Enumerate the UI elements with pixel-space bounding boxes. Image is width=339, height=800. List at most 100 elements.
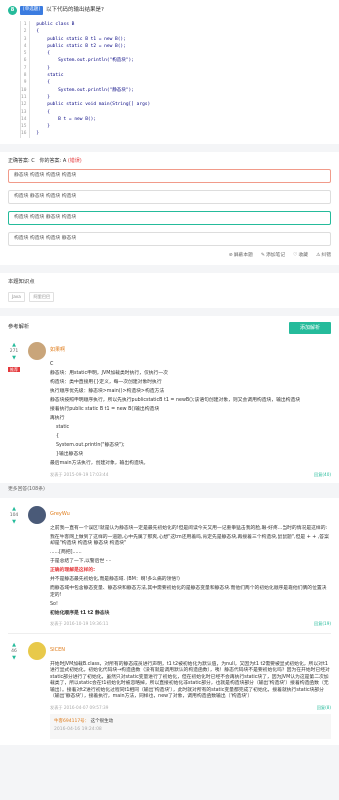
fold-label: 屏蔽本题	[233, 252, 253, 258]
code-line: System.out.println("静态块");	[36, 87, 134, 93]
edit-icon: ✎	[260, 252, 265, 258]
post-date: 发表于 2015-09-19 17:03:44	[50, 471, 109, 477]
report-label: 纠错	[321, 252, 331, 258]
reply-button[interactable]: 回复(40)	[314, 472, 331, 478]
vote-box: ▲ 46 ▼	[8, 642, 20, 738]
favorite-button[interactable]: ♡ 收藏	[293, 253, 308, 259]
avatar[interactable]	[28, 642, 46, 661]
code-line-number: 6	[23, 58, 27, 64]
note-button[interactable]: ✎ 添加笔记	[261, 253, 285, 259]
answer-post: ▲ 46 ▼ SICEN 开始时JVM加载B.class，对所有的静态成员进行声…	[8, 634, 331, 739]
post-body: GreyWu 之前我一直有一个误区!就是认为静态块一定是最先初始化的!但是阅读今…	[50, 506, 331, 627]
option-b[interactable]: 构造块 静态块 构造块 构造块	[8, 189, 331, 204]
post-meta: 发表于 2016-10-19 19:36:11 回复(19)	[50, 621, 331, 627]
username[interactable]: GreyWu	[50, 511, 331, 518]
post-line: 初始化顺序是 t1 t2 静态块	[50, 611, 110, 617]
post-line: 执行顺序优先级：静态块>main()>构造块>构造方法	[50, 388, 165, 394]
question-type-badge: [单选题]	[20, 6, 44, 15]
code-line-number: 4	[23, 43, 27, 49]
code-line: public static B t1 = new B();	[36, 36, 126, 42]
post-line: C	[50, 361, 54, 367]
answer-post: ▲ 271 ▼ 推荐 如果啊 C 静态块：用static申明，JVM加载类时执行…	[8, 334, 331, 478]
code-line-number: 10	[21, 87, 27, 93]
vote-box: ▲ 271 ▼ 推荐	[8, 342, 20, 478]
your-answer: 你的答案: A	[39, 157, 67, 164]
avatar[interactable]	[28, 341, 46, 360]
post-line: 静态块：用static申明，JVM加载类时执行，仅执行一次	[50, 370, 168, 376]
fold-button[interactable]: ⊘ 屏蔽本题	[229, 253, 253, 259]
heart-icon: ♡	[293, 252, 298, 258]
code-line: {	[36, 80, 50, 86]
add-analysis-button[interactable]: 添加解析	[289, 321, 331, 334]
code-line-number: 15	[21, 124, 27, 130]
post-line: 之前我一直有一个误区!就是认为静态块一定是最先初始化的!但是阅读今天又用一记重拳…	[50, 525, 328, 531]
favorite-label: 收藏	[298, 252, 309, 258]
code-line-number: 12	[21, 102, 27, 108]
reference-title: 参考解析	[8, 324, 30, 331]
post-line: 我在牛客网上做到了这样的一道题,心中先属了那爽,心想"这tm还用着吗,肯定先是静…	[50, 534, 329, 547]
downvote-icon[interactable]: ▼	[12, 355, 16, 362]
answer-status: (错误)	[67, 157, 82, 164]
upvote-icon[interactable]: ▲	[12, 342, 16, 349]
post-meta: 发表于 2016-04-07 09:57:39 回复(8)	[50, 705, 331, 711]
code-source: public class B { public static B t1 = new…	[30, 21, 150, 138]
option-d[interactable]: 构造块 构造块 构造块 静态块	[8, 231, 331, 246]
username[interactable]: SICEN	[50, 647, 331, 654]
tag-alibaba[interactable]: 阿里巴巴	[29, 292, 55, 302]
answer-card: 正确答案: C 你的答案: A (错误) 静态块 构造块 构造块 构造块 构造块…	[0, 151, 339, 265]
code-line-number: 8	[23, 73, 27, 79]
downvote-icon[interactable]: ▼	[12, 519, 16, 526]
option-c[interactable]: 构造块 构造块 静态块 构造块	[8, 210, 331, 225]
answer-post: ▲ 104 ▼ GreyWu 之前我一直有一个误区!就是认为静态块一定是最先初始…	[8, 504, 331, 627]
comment-username[interactable]: 牛客694117号：	[54, 719, 89, 724]
knowledge-title: 本题知识点	[8, 278, 35, 285]
upvote-icon[interactable]: ▲	[12, 506, 16, 513]
code-block: 1 2 3 4 5 6 7 8 9 10 11 12 13 14 15 16 public class B{ …	[20, 21, 331, 138]
post-meta: 发表于 2015-09-19 17:03:44 回复(40)	[50, 472, 331, 478]
code-line-number: 1	[23, 22, 27, 27]
tag-java[interactable]: Java	[8, 292, 25, 302]
code-line: }	[36, 124, 50, 130]
post-date: 发表于 2016-10-19 19:36:11	[50, 621, 109, 627]
note-label: 添加笔记	[265, 252, 286, 258]
post-line: 构造块：类中直接用{}定义，每一次创建对象时执行	[50, 379, 162, 385]
post-body: SICEN 开始时JVM加载B.class，对所有的静态成员进行声明，t1 t2…	[50, 642, 331, 739]
more-answers-bar[interactable]: 更多回答(108条)	[0, 483, 339, 498]
report-error-button[interactable]: ⚠ 纠错	[316, 253, 331, 259]
code-line: public static B t2 = new B();	[36, 43, 126, 49]
downvote-icon[interactable]: ▼	[12, 655, 16, 662]
code-line: public class B	[36, 22, 75, 27]
post-line: ......[两把]......	[50, 550, 82, 556]
avatar[interactable]	[28, 505, 46, 524]
post-date: 发表于 2016-04-07 09:57:39	[50, 704, 109, 710]
knowledge-card: 本题知识点 Java 阿里巴巴	[0, 272, 339, 308]
code-line: {	[36, 109, 50, 115]
code-line: static	[36, 73, 64, 79]
username[interactable]: 如果啊	[50, 347, 331, 354]
option-a[interactable]: 静态块 构造块 构造块 构造块	[8, 168, 331, 183]
code-line-number: 11	[21, 94, 27, 100]
reply-button[interactable]: 回复(19)	[314, 621, 331, 627]
code-line: System.out.println("构造块");	[36, 58, 134, 64]
post-body: 如果啊 C 静态块：用static申明，JVM加载类时执行，仅执行一次 构造块：…	[50, 342, 331, 478]
correct-answer: 正确答案: C	[8, 157, 35, 164]
code-line-number: 2	[23, 29, 27, 35]
answers-list: ▲ 104 ▼ GreyWu 之前我一直有一个误区!就是认为静态块一定是最先初始…	[0, 497, 339, 745]
post-line: 接着执行public static B t1 = new B()输出构造块	[50, 406, 160, 412]
code-line-number: 16	[21, 131, 27, 137]
post-line: 正确的理解是这样的:	[50, 568, 96, 574]
answer-summary: 正确答案: C 你的答案: A (错误)	[8, 158, 331, 169]
code-line-number: 13	[21, 109, 27, 115]
code-line-number: 5	[23, 51, 27, 57]
code-line: B t = new B();	[36, 116, 97, 122]
code-line: }	[36, 94, 50, 100]
code-line-number: 9	[23, 80, 27, 86]
recommended-badge: 推荐	[8, 366, 20, 373]
question-header: 8 [单选题] 以下代码的输出结果是?	[8, 6, 331, 15]
post-line: 而静态域中包含静态变量、静态块和静态方法,其中需要初始化的是静态变量和静态块.而…	[50, 586, 327, 598]
reply-button[interactable]: 回复(8)	[317, 705, 331, 711]
post-line: static	[56, 424, 70, 430]
question-title: 以下代码的输出结果是?	[46, 6, 104, 13]
comment-date: 2016-04-16 19:24:08	[54, 727, 102, 733]
comment-text: 这个很生动	[90, 719, 114, 725]
